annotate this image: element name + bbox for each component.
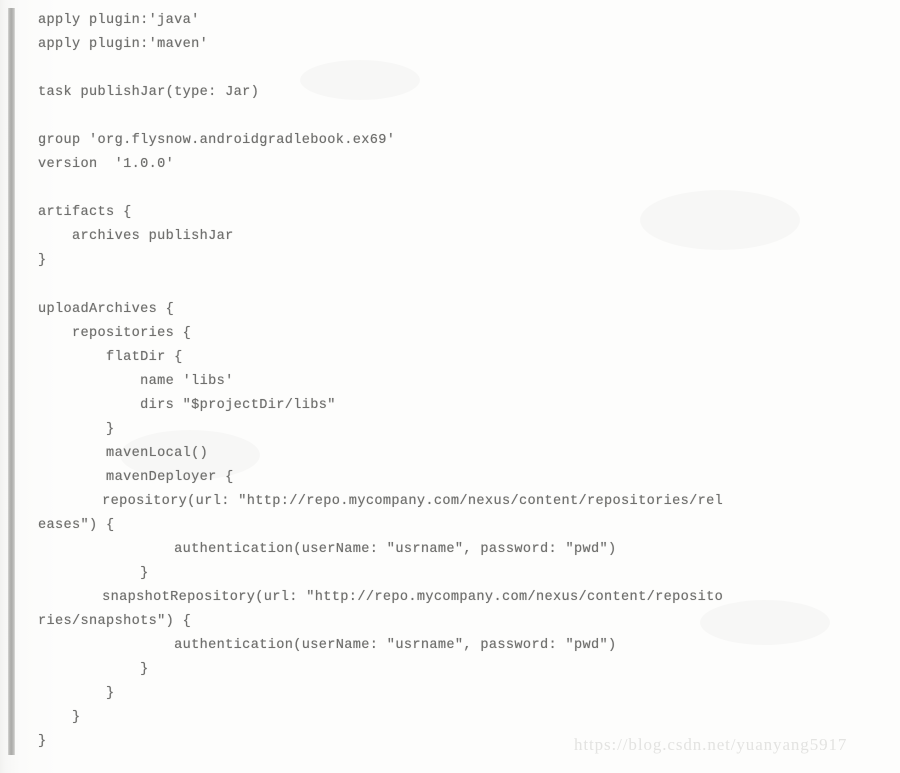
code-line: } <box>38 566 149 582</box>
code-line: eases") { <box>38 517 115 533</box>
code-line: task publishJar(type: Jar) <box>38 85 260 101</box>
code-line: dirs "$projectDir/libs" <box>38 397 336 413</box>
page-gutter-bar <box>8 8 15 755</box>
scanned-page: apply plugin:'java' apply plugin:'maven' … <box>0 0 900 773</box>
code-line: uploadArchives { <box>38 301 175 317</box>
code-line: apply plugin:'maven' <box>38 37 209 53</box>
code-line: authentication(userName: "usrname", pass… <box>38 638 617 654</box>
code-line: ries/snapshots") { <box>38 614 192 630</box>
code-line: flatDir { <box>38 349 183 365</box>
code-line: version '1.0.0' <box>38 157 175 173</box>
code-line: } <box>38 253 47 269</box>
code-line: } <box>38 686 115 702</box>
code-line: authentication(userName: "usrname", pass… <box>38 542 617 558</box>
code-line: archives publishJar <box>38 229 234 245</box>
watermark-text: https://blog.csdn.net/yuanyang5917 <box>574 735 848 754</box>
code-line: snapshotRepository(url: "http://repo.myc… <box>0 590 724 606</box>
code-line: name 'libs' <box>38 373 234 389</box>
code-line: } <box>38 710 81 726</box>
code-line: mavenDeployer { <box>38 469 234 485</box>
code-line: artifacts { <box>38 205 132 221</box>
code-line: apply plugin:'java' <box>38 13 200 28</box>
code-line: mavenLocal() <box>38 445 209 461</box>
code-line: group 'org.flysnow.androidgradlebook.ex6… <box>38 133 396 149</box>
code-line: } <box>38 421 115 437</box>
code-line: } <box>38 662 149 678</box>
code-listing: apply plugin:'java' apply plugin:'maven' … <box>38 9 888 754</box>
code-line: repositories { <box>38 325 192 341</box>
code-line: repository(url: "http://repo.mycompany.c… <box>0 493 724 509</box>
